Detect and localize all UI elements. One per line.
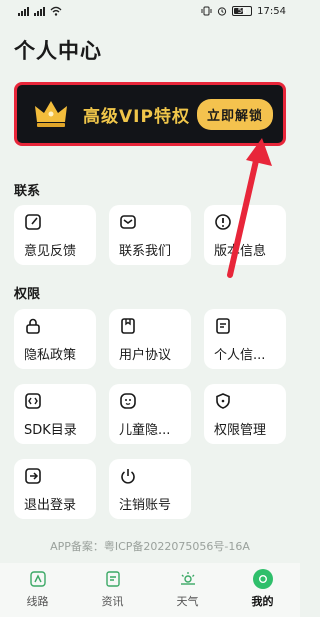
personal-info-card[interactable]: 个人信...	[204, 309, 286, 369]
clock: 17:54	[257, 5, 286, 17]
battery-level: 56	[237, 7, 247, 15]
contact-us-label: 联系我们	[119, 244, 172, 259]
tab-weather-label: 天气	[176, 595, 199, 608]
status-right: 56 17:54	[201, 6, 286, 17]
icp-record: APP备案：粤ICP备2022075056号-16A	[50, 540, 250, 553]
page-title: 个人中心	[14, 39, 102, 63]
tab-weather[interactable]: 天气	[150, 563, 225, 617]
user-agreement-card[interactable]: 用户协议	[109, 309, 191, 369]
shield-icon	[216, 393, 230, 409]
tab-route[interactable]: 线路	[0, 563, 75, 617]
signal-icon-2	[34, 6, 45, 16]
crown-icon	[35, 101, 67, 127]
edit-icon	[25, 214, 41, 230]
logout-icon	[25, 468, 41, 484]
logout-label: 退出登录	[24, 498, 77, 513]
permission-management-label: 权限管理	[214, 423, 267, 438]
user-agreement-label: 用户协议	[119, 348, 172, 363]
tab-news-label: 资讯	[101, 595, 124, 608]
sdk-directory-label: SDK目录	[24, 423, 77, 438]
tab-profile[interactable]: 我的	[225, 563, 300, 617]
tab-bar: 线路 资讯 天气 我的	[0, 563, 300, 617]
signal-icon	[18, 6, 29, 16]
news-icon	[103, 569, 123, 589]
logout-card[interactable]: 退出登录	[14, 459, 96, 519]
weather-icon	[178, 569, 198, 589]
mail-icon	[120, 215, 136, 229]
tab-profile-label: 我的	[251, 595, 274, 608]
battery-icon: 56	[232, 6, 253, 16]
feedback-label: 意见反馈	[24, 244, 77, 259]
status-bar: 56 17:54	[0, 0, 300, 22]
route-icon	[28, 569, 48, 589]
alarm-icon	[218, 7, 227, 16]
section-label-permissions: 权限	[14, 287, 41, 302]
info-icon	[215, 214, 231, 230]
privacy-policy-card[interactable]: 隐私政策	[14, 309, 96, 369]
section-label-contact: 联系	[14, 184, 41, 199]
document-icon	[121, 318, 135, 334]
tab-news[interactable]: 资讯	[75, 563, 150, 617]
vip-banner[interactable]: 高级VIP特权 立即解锁	[14, 82, 286, 146]
child-face-icon	[120, 393, 136, 409]
status-left	[18, 6, 62, 16]
contact-us-card[interactable]: 联系我们	[109, 205, 191, 265]
profile-doc-icon	[216, 318, 230, 334]
unlock-button[interactable]: 立即解锁	[196, 98, 273, 130]
version-card[interactable]: 版本信息	[204, 205, 286, 265]
vip-title: 高级VIP特权	[83, 106, 190, 127]
version-label: 版本信息	[214, 244, 267, 259]
power-icon	[121, 469, 135, 484]
feedback-card[interactable]: 意见反馈	[14, 205, 96, 265]
profile-icon	[252, 569, 273, 589]
child-privacy-label: 儿童隐...	[119, 423, 171, 438]
delete-account-card[interactable]: 注销账号	[109, 459, 191, 519]
tab-route-label: 线路	[26, 595, 49, 608]
permission-management-card[interactable]: 权限管理	[204, 384, 286, 444]
personal-info-label: 个人信...	[214, 348, 266, 363]
child-privacy-card[interactable]: 儿童隐...	[109, 384, 191, 444]
lock-icon	[26, 318, 40, 334]
sdk-directory-card[interactable]: SDK目录	[14, 384, 96, 444]
vibrate-icon	[201, 6, 212, 16]
delete-account-label: 注销账号	[119, 498, 172, 513]
code-icon	[25, 393, 41, 409]
privacy-policy-label: 隐私政策	[24, 348, 77, 363]
wifi-icon	[50, 6, 62, 16]
